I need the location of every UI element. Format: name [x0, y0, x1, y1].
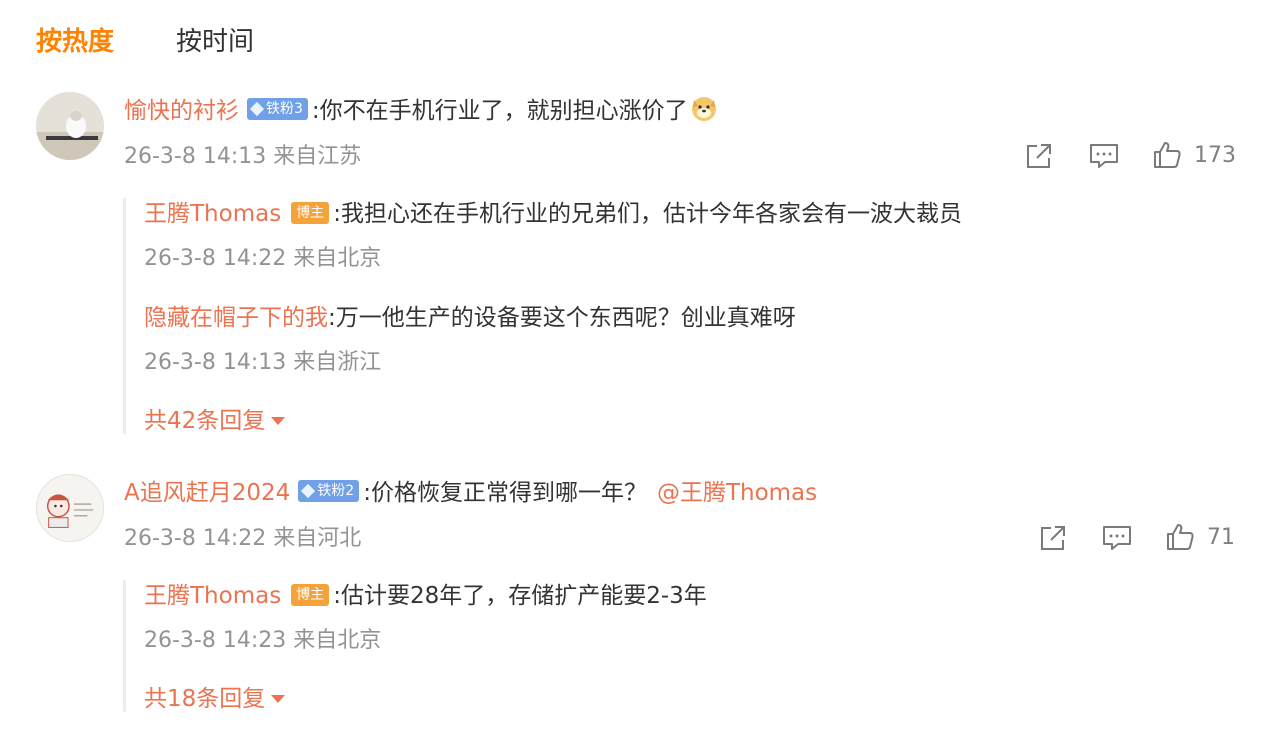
sort-tabs: 按热度 按时间	[36, 21, 316, 58]
comment-button[interactable]	[1088, 141, 1120, 171]
comment-text: 你不在手机行业了，就别担心涨价了	[319, 98, 688, 124]
host-badge: 博主	[291, 202, 330, 224]
reply-meta: 26-3-8 14:22 来自北京	[144, 246, 382, 271]
colon: :	[311, 98, 320, 124]
reply-line: 王腾Thomas 博主:我担心还在手机行业的兄弟们，估计今年各家会有一波大裁员	[144, 198, 962, 230]
colon: :	[333, 201, 341, 227]
reply-thread-bar	[123, 198, 126, 434]
comment-icon	[1090, 144, 1118, 168]
thumbs-up-icon	[1167, 524, 1194, 550]
reply-meta: 26-3-8 14:13 来自浙江	[144, 350, 382, 375]
share-button[interactable]	[1024, 141, 1054, 171]
fan-badge-label: 铁粉2	[317, 483, 355, 499]
more-replies-label: 共42条回复	[144, 408, 266, 434]
reply-username[interactable]: 隐藏在帽子下的我	[144, 305, 328, 331]
comment-meta: 26-3-8 14:22 来自河北	[124, 526, 362, 551]
sort-by-hot-tab[interactable]: 按热度	[36, 21, 114, 58]
reply-meta: 26-3-8 14:23 来自北京	[144, 628, 382, 653]
comment-icon	[1103, 526, 1131, 550]
comment-username[interactable]: 愉快的衬衫	[124, 98, 239, 124]
diamond-icon	[301, 483, 316, 499]
reply-text: 估计要28年了，存储扩产能要2-3年	[340, 583, 707, 609]
reply-line: 隐藏在帽子下的我:万一他生产的设备要这个东西呢？创业真难呀	[144, 302, 796, 334]
comment-text: 价格恢复正常得到哪一年？	[370, 480, 647, 506]
reply-thread-bar	[123, 580, 126, 712]
comment-button[interactable]	[1101, 523, 1133, 553]
like-count: 71	[1207, 524, 1235, 550]
diamond-icon	[249, 101, 265, 117]
avatar[interactable]	[36, 92, 104, 160]
comment-line: A追风赶月2024 铁粉2:价格恢复正常得到哪一年？ @王腾Thomas	[124, 477, 817, 509]
more-replies-link[interactable]: 共18条回复	[144, 683, 286, 715]
colon: :	[333, 583, 341, 609]
more-replies-link[interactable]: 共42条回复	[144, 405, 286, 437]
caret-down-icon	[271, 695, 286, 703]
share-icon	[1041, 526, 1065, 550]
reply-username[interactable]: 王腾Thomas	[144, 201, 281, 227]
reply-line: 王腾Thomas 博主:估计要28年了，存储扩产能要2-3年	[144, 580, 707, 612]
comment-username[interactable]: A追风赶月2024	[124, 480, 290, 506]
comment-line: 愉快的衬衫 铁粉3:你不在手机行业了，就别担心涨价了	[124, 94, 718, 127]
share-button[interactable]	[1038, 523, 1068, 553]
doge-emoji-icon	[691, 97, 716, 121]
avatar-image	[36, 92, 104, 160]
like-button[interactable]: 173	[1152, 140, 1236, 170]
mention-link[interactable]: @王腾Thomas	[657, 480, 817, 506]
avatar[interactable]	[36, 474, 104, 542]
caret-down-icon	[271, 417, 286, 425]
share-icon	[1027, 144, 1051, 168]
colon: :	[363, 480, 371, 506]
more-replies-label: 共18条回复	[144, 686, 266, 712]
comment-meta: 26-3-8 14:13 来自江苏	[124, 144, 362, 169]
fan-badge-label: 铁粉3	[266, 101, 303, 117]
thumbs-up-icon	[1154, 142, 1181, 168]
reply-username[interactable]: 王腾Thomas	[144, 583, 281, 609]
host-badge: 博主	[291, 584, 330, 606]
like-button[interactable]: 71	[1165, 522, 1235, 552]
like-count: 173	[1194, 142, 1236, 168]
fan-badge[interactable]: 铁粉3	[247, 98, 308, 120]
avatar-image	[37, 475, 103, 541]
reply-text: 万一他生产的设备要这个东西呢？创业真难呀	[335, 305, 796, 331]
sort-by-time-tab[interactable]: 按时间	[176, 21, 254, 58]
reply-text: 我担心还在手机行业的兄弟们，估计今年各家会有一波大裁员	[340, 201, 962, 227]
colon: :	[328, 305, 336, 331]
fan-badge[interactable]: 铁粉2	[298, 480, 360, 502]
